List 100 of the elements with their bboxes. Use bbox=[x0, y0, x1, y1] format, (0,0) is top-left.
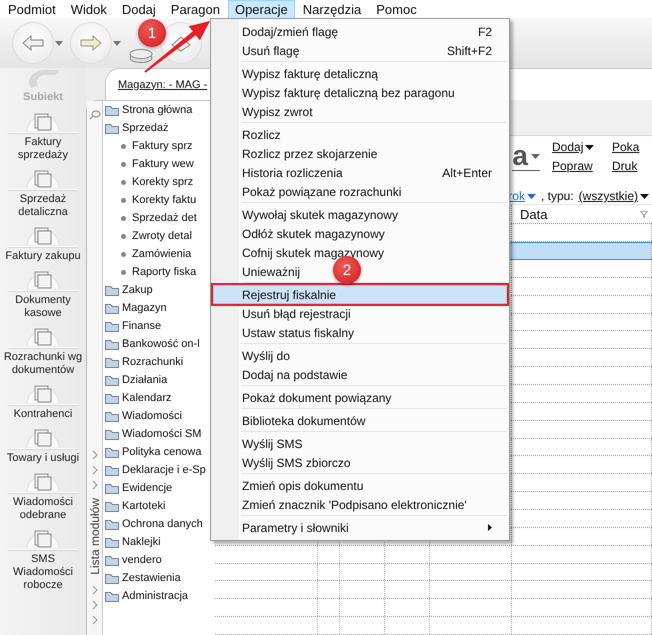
menu-item[interactable]: Paragon bbox=[164, 0, 227, 18]
menu-item[interactable]: Dodaj na podstawie bbox=[242, 368, 348, 382]
menu-item[interactable]: Historia rozliczenia bbox=[242, 166, 343, 180]
menu-item[interactable]: Wywołaj skutek magazynowy bbox=[242, 208, 398, 222]
menu-item[interactable]: Wypisz fakturę detaliczną bez paragonu bbox=[242, 86, 455, 100]
folder-icon bbox=[105, 554, 119, 566]
tree-item[interactable]: Wiadomości bbox=[103, 407, 215, 425]
tree-item[interactable]: Naklejki bbox=[103, 533, 215, 551]
sidebar-item[interactable]: Faktury zakupu bbox=[0, 224, 86, 263]
sidebar-item[interactable]: SMS Wiadomości robocze bbox=[0, 527, 86, 592]
view-title[interactable]: a bbox=[512, 142, 540, 171]
folder-icon bbox=[105, 320, 119, 332]
chevron-icon[interactable] bbox=[92, 480, 98, 490]
tree-item[interactable]: Faktury wew bbox=[103, 155, 215, 173]
tree-item[interactable]: Kartoteki bbox=[103, 497, 215, 515]
menu-item[interactable]: Wypisz zwrot bbox=[242, 104, 313, 118]
tree-item[interactable]: Zamówienia bbox=[103, 245, 215, 263]
action-link[interactable]: Druk bbox=[612, 159, 638, 173]
toolbar-button[interactable] bbox=[13, 23, 63, 63]
menu-item[interactable]: Zmień znacznik 'Podpisano elektronicznie' bbox=[242, 498, 467, 512]
filter-icon[interactable] bbox=[640, 210, 648, 218]
menu-item[interactable]: Parametry i słowniki bbox=[242, 520, 492, 534]
toolbar-button[interactable] bbox=[129, 48, 153, 64]
table-row[interactable] bbox=[215, 617, 652, 635]
menu-item[interactable]: Unieważnij bbox=[242, 264, 300, 278]
tree-item[interactable]: Korekty faktu bbox=[103, 191, 215, 209]
action-link[interactable]: Popraw bbox=[552, 159, 593, 173]
menu-item[interactable]: Biblioteka dokumentów bbox=[242, 414, 366, 428]
chevron-icon[interactable] bbox=[92, 450, 98, 460]
tree-item[interactable]: Strona główna bbox=[103, 101, 215, 119]
tree-item[interactable]: Ochrona danych bbox=[103, 515, 215, 533]
tree-item[interactable]: Raporty fiska bbox=[103, 263, 215, 281]
bullet-icon bbox=[121, 252, 126, 256]
sidebar-item[interactable]: Wiadomości odebrane bbox=[0, 470, 86, 522]
tree-item[interactable]: Zestawienia bbox=[103, 569, 215, 587]
tree-item[interactable]: Wiadomości SM bbox=[103, 425, 215, 443]
warehouse-link[interactable]: Magazyn: - MAG - bbox=[118, 78, 208, 90]
menu-item[interactable]: Dodaj bbox=[114, 0, 163, 18]
menu-item[interactable]: Zmień opis dokumentu bbox=[242, 478, 364, 492]
toolbar-button[interactable] bbox=[71, 23, 121, 63]
menu-item[interactable]: Podmiot bbox=[1, 0, 63, 18]
tree-item[interactable]: Zakup bbox=[103, 281, 215, 299]
tree-item[interactable]: Ewidencje bbox=[103, 479, 215, 497]
menu-item[interactable]: Usuń flagę bbox=[242, 44, 300, 58]
sidebar-item[interactable]: Kontrahenci bbox=[0, 382, 86, 421]
tree-item[interactable]: Polityka cenowa bbox=[103, 443, 215, 461]
chevron-icon[interactable] bbox=[92, 465, 98, 476]
tree-item[interactable]: Działania bbox=[103, 371, 215, 389]
submenu-arrow-icon bbox=[488, 524, 492, 531]
caret-icon bbox=[55, 40, 63, 46]
tree-item[interactable]: Kalendarz bbox=[103, 389, 215, 407]
menu-item[interactable]: Operacje bbox=[228, 0, 295, 18]
folder-icon bbox=[105, 410, 119, 422]
sidebar-item[interactable]: Sprzedaż detaliczna bbox=[0, 167, 86, 219]
menu-item[interactable]: Widok bbox=[64, 0, 114, 18]
type-dropdown[interactable]: (wszystkie) bbox=[578, 189, 649, 204]
sidebar-item[interactable]: Dokumenty kasowe bbox=[0, 268, 86, 320]
menu-item[interactable]: Rejestruj fiskalnie bbox=[213, 285, 507, 304]
table-row[interactable] bbox=[215, 546, 652, 564]
menu-item[interactable]: Wyślij SMS zbiorczo bbox=[242, 456, 351, 470]
bullet-icon bbox=[121, 162, 126, 166]
table-row[interactable] bbox=[215, 599, 652, 618]
menu-item[interactable]: Pokaż dokument powiązany bbox=[242, 390, 392, 404]
tree-item[interactable]: Faktury sprz bbox=[103, 137, 215, 155]
tree-item[interactable]: Deklaracje i e-Sp bbox=[103, 461, 215, 479]
caret-icon bbox=[113, 40, 121, 46]
menu-item[interactable]: Rozlicz przez skojarzenie bbox=[242, 146, 378, 160]
sidebar-item[interactable]: Rozrachunki wg dokumentów bbox=[0, 325, 86, 377]
menu-item[interactable]: Pokaż powiązane rozrachunki bbox=[242, 184, 402, 198]
table-row[interactable] bbox=[215, 581, 652, 600]
menu-item[interactable]: Ustaw status fiskalny bbox=[242, 326, 354, 340]
sidebar-item[interactable]: Faktury sprzedaży bbox=[0, 110, 86, 162]
tree-item[interactable]: vendero bbox=[103, 551, 215, 569]
caret-icon bbox=[526, 194, 536, 199]
column-header[interactable]: Data bbox=[512, 205, 652, 224]
menu-item[interactable]: Rozlicz bbox=[242, 128, 281, 142]
tree-item[interactable]: Rozrachunki bbox=[103, 353, 215, 371]
menu-item[interactable]: Odłóż skutek magazynowy bbox=[242, 226, 385, 240]
menu-item[interactable]: Wyślij do bbox=[242, 348, 290, 362]
menu-item[interactable]: Usuń błąd rejestracji bbox=[242, 306, 351, 320]
menu-item[interactable]: Narzędzia bbox=[296, 0, 368, 18]
tree-item[interactable]: Finanse bbox=[103, 317, 215, 335]
tree-item[interactable]: Administracja bbox=[103, 587, 215, 605]
menu-item[interactable]: Wypisz fakturę detaliczną bbox=[242, 66, 378, 80]
tree-item[interactable]: Magazyn bbox=[103, 299, 215, 317]
menu-item[interactable]: Pomoc bbox=[369, 0, 424, 18]
bullet-icon bbox=[121, 216, 126, 220]
folder-icon bbox=[105, 392, 119, 404]
sidebar-item[interactable]: Towary i usługi bbox=[0, 426, 86, 465]
menu-item[interactable]: Dodaj/zmień flagę bbox=[242, 24, 338, 38]
table-row[interactable] bbox=[215, 564, 652, 582]
tree-item[interactable]: Korekty sprz bbox=[103, 173, 215, 191]
action-link[interactable]: Dodaj bbox=[552, 140, 594, 154]
menu-item[interactable]: Wyślij SMS bbox=[242, 436, 303, 450]
tree-item[interactable]: Bankowość on-l bbox=[103, 335, 215, 353]
tree-item[interactable]: Sprzedaż det bbox=[103, 209, 215, 227]
bullet-icon bbox=[121, 270, 126, 274]
action-link[interactable]: Poka bbox=[612, 140, 640, 154]
tree-item[interactable]: Sprzedaż bbox=[103, 119, 215, 137]
tree-item[interactable]: Zwroty detal bbox=[103, 227, 215, 245]
